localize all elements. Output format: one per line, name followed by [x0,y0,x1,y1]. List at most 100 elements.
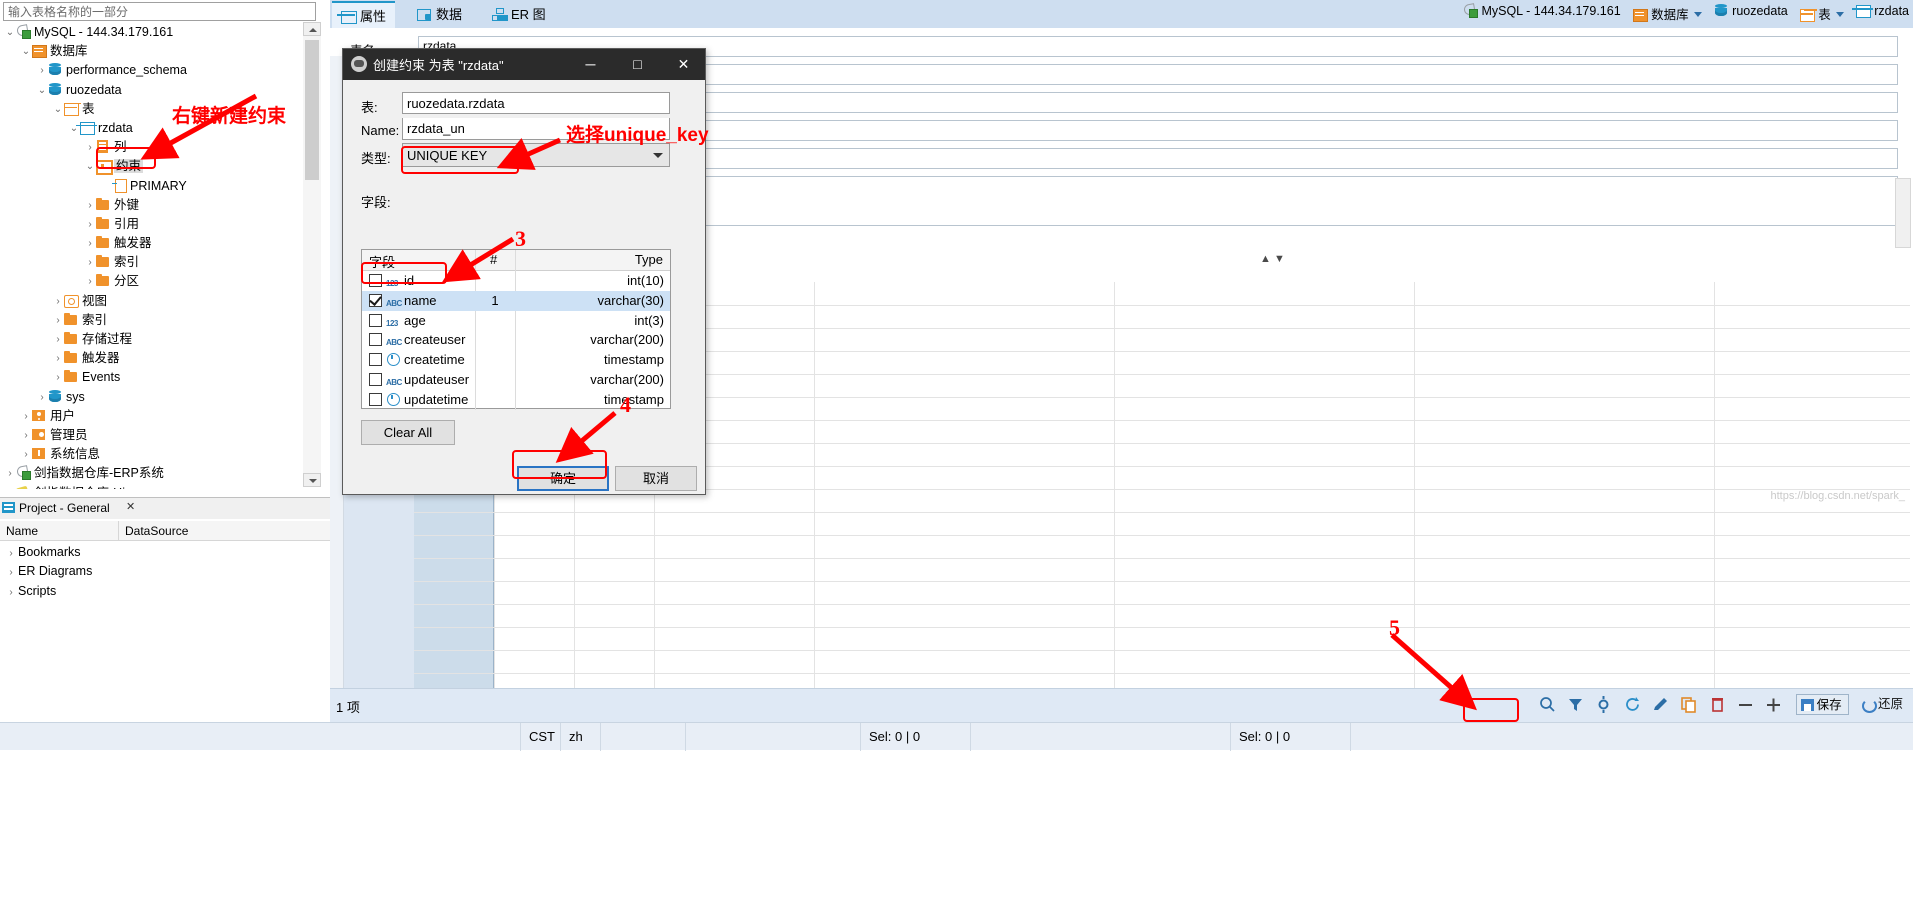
project-row-er-diagrams[interactable]: › ER Diagrams [0,562,330,581]
chevron-right-icon[interactable]: › [20,445,32,464]
navigator-filter-input[interactable]: 输入表格名称的一部分 [3,2,316,21]
tree-node--ERP[interactable]: › 剑指数据仓库-ERP系统 [0,464,302,483]
tree-node-i15[interactable]: › 索引 [0,311,302,330]
columns-table[interactable]: 字段 # Type 123 id int(10) ABC name 1 varchar(30… [361,249,671,410]
tab-properties[interactable]: 属性 [332,1,396,28]
ok-button[interactable]: 确定 [517,466,609,491]
settings-icon[interactable] [1595,696,1612,713]
chevron-down-icon[interactable]: ⌄ [4,23,16,42]
dialog-titlebar[interactable]: 创建约束 为表 "rzdata" ─ □ ✕ [343,49,705,80]
chevron-right-icon[interactable]: › [84,234,96,253]
chevron-right-icon[interactable]: › [84,272,96,291]
dialog-close-button[interactable]: ✕ [661,49,706,80]
save-button[interactable]: 保存 [1795,694,1849,715]
tree-node-i14[interactable]: › 视图 [0,292,302,311]
filter-icon[interactable] [1567,696,1584,713]
column-checkbox-updateuser[interactable] [369,373,382,386]
tree-node-i16[interactable]: › 存储过程 [0,330,302,349]
tree-node-i17[interactable]: › 触发器 [0,349,302,368]
column-row-age[interactable]: 123 age int(3) [362,311,670,331]
refresh-icon[interactable] [1624,696,1641,713]
column-row-createuser[interactable]: ABC createuser varchar(200) [362,330,670,350]
section-collapse-toggle[interactable]: ▲ ▼ [1260,253,1285,265]
tree-node-i13[interactable]: › 分区 [0,272,302,291]
chevron-right-icon[interactable]: › [4,464,16,483]
dialog-minimize-button[interactable]: ─ [568,49,613,80]
tab-er-diagram[interactable]: ER 图 [483,1,555,28]
tree-node--Hive[interactable]: › 剑指数据仓库-Hive [0,484,302,490]
tree-node-i12[interactable]: › 索引 [0,253,302,272]
tree-node-rzdata[interactable]: ⌄ rzdata [0,119,302,138]
chevron-right-icon[interactable]: › [52,330,64,349]
project-row-scripts[interactable]: › Scripts [0,582,330,601]
tree-node-Events[interactable]: › Events [0,368,302,387]
plus-icon[interactable] [1765,696,1782,713]
chevron-down-icon[interactable] [1693,12,1702,17]
column-checkbox-updatetime[interactable] [369,392,382,406]
chevron-right-icon[interactable]: › [4,563,18,582]
chevron-down-icon-2[interactable] [1835,12,1844,17]
delete-icon[interactable] [1709,696,1726,713]
tree-node-i21[interactable]: › 管理员 [0,426,302,445]
tree-node-i6[interactable]: › 列 [0,138,302,157]
chevron-down-icon[interactable]: ⌄ [84,157,96,176]
chevron-right-icon[interactable]: › [52,368,64,387]
tree-node-PRIMARY[interactable]: PRIMARY [0,177,302,196]
chevron-right-icon[interactable]: › [52,311,64,330]
column-row-id[interactable]: 123 id int(10) [362,271,670,291]
breadcrumb-databases[interactable]: 数据库 [1633,4,1702,23]
column-row-updateuser[interactable]: ABC updateuser varchar(200) [362,370,670,390]
tree-node-i1[interactable]: ⌄ 数据库 [0,42,302,61]
database-tree[interactable]: ⌄ MySQL - 144.34.179.161 ⌄ 数据库 › performance_… [0,23,302,489]
tab-data[interactable]: 数据 [408,1,471,28]
tree-node-i7[interactable]: ⌄ 约束 [0,157,302,176]
tree-node-i20[interactable]: › 用户 [0,407,302,426]
navigator-scroll-down-button[interactable] [303,473,321,487]
tree-node-i4[interactable]: ⌄ 表 [0,100,302,119]
chevron-right-icon[interactable]: › [20,426,32,445]
search-icon[interactable] [1539,696,1556,713]
tree-node-i11[interactable]: › 触发器 [0,234,302,253]
chevron-right-icon[interactable]: › [36,61,48,80]
chevron-down-icon[interactable]: ⌄ [68,119,80,138]
tree-node-i9[interactable]: › 外键 [0,196,302,215]
navigator-scrollbar-thumb[interactable] [305,40,319,180]
clear-all-button[interactable]: Clear All [361,420,455,445]
chevron-down-icon[interactable]: ⌄ [36,81,48,100]
chevron-down-icon[interactable]: ⌄ [52,100,64,119]
breadcrumb-connection[interactable]: MySQL - 144.34.179.161 [1463,4,1621,18]
tree-node-i10[interactable]: › 引用 [0,215,302,234]
chevron-right-icon[interactable]: › [52,292,64,311]
chevron-right-icon[interactable]: › [20,407,32,426]
column-row-updatetime[interactable]: updatetime timestamp [362,390,670,410]
chevron-right-icon[interactable]: › [52,349,64,368]
column-divider[interactable] [118,521,119,541]
column-checkbox-id[interactable] [369,274,382,287]
chevron-right-icon[interactable]: › [84,253,96,272]
breadcrumb-table[interactable]: rzdata [1856,4,1909,18]
revert-button[interactable]: 还原 [1858,694,1907,715]
chevron-down-icon-type[interactable] [653,153,663,158]
chevron-right-icon[interactable]: › [84,215,96,234]
chevron-right-icon[interactable]: › [36,388,48,407]
edit-icon[interactable] [1652,696,1669,713]
chevron-right-icon[interactable]: › [4,583,18,602]
form-scrollbar[interactable] [1895,178,1911,248]
chevron-down-icon[interactable]: ⌄ [20,42,32,61]
project-rows[interactable]: › Bookmarks › ER Diagrams › Scripts [0,543,330,601]
dialog-maximize-button[interactable]: □ [615,49,660,80]
tree-node-i22[interactable]: › 系统信息 [0,445,302,464]
chevron-right-icon[interactable]: › [84,196,96,215]
column-checkbox-createtime[interactable] [369,353,382,367]
column-checkbox-createuser[interactable] [369,333,382,347]
minus-icon[interactable] [1737,696,1754,713]
breadcrumb-tables[interactable]: 表 [1800,4,1844,23]
dialog-name-input[interactable]: rzdata_un [402,118,670,140]
column-checkbox-age[interactable] [369,313,382,327]
breadcrumb-schema[interactable]: ruozedata [1714,4,1788,18]
copy-icon[interactable] [1680,696,1697,713]
column-row-name[interactable]: ABC name 1 varchar(30) [362,290,670,311]
tree-node-MySQL-14434179161[interactable]: ⌄ MySQL - 144.34.179.161 [0,23,302,42]
project-panel-tab[interactable]: Project - General [2,499,110,517]
column-checkbox-name[interactable] [369,293,382,307]
